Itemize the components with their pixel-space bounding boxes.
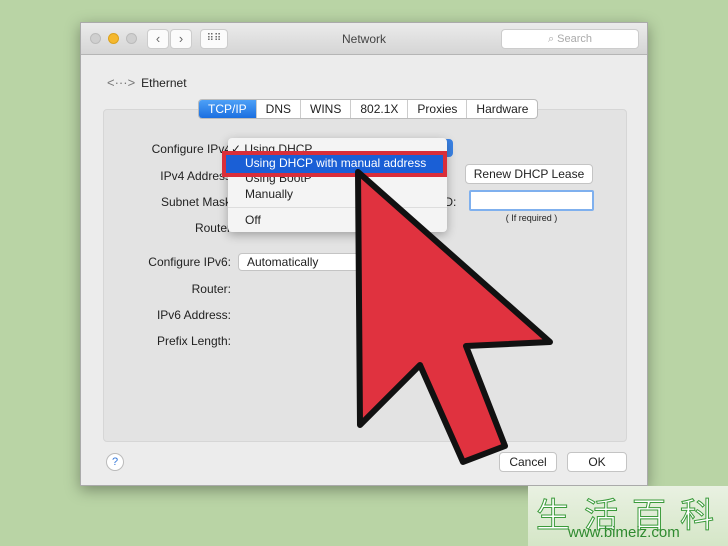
pointer-arrow-icon — [355, 169, 553, 465]
watermark: 生活百科 www.bimeiz.com — [528, 486, 728, 546]
watermark-url: www.bimeiz.com — [568, 524, 680, 541]
